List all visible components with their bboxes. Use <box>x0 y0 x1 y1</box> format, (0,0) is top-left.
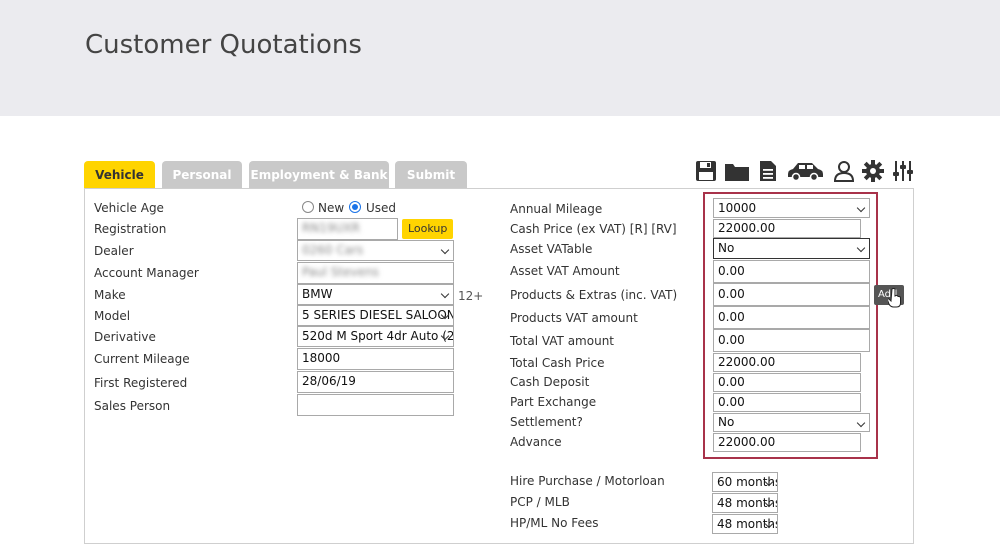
folder-icon[interactable] <box>723 158 751 184</box>
current-mileage-input[interactable]: 18000 <box>297 348 454 370</box>
sales-person-label: Sales Person <box>94 399 171 413</box>
cash-price-label: Cash Price (ex VAT) [R] [RV] <box>510 222 677 236</box>
page: Customer Quotations Vehicle Personal Emp… <box>0 0 1000 559</box>
products-vat-label: Products VAT amount <box>510 311 638 325</box>
hire-purchase-select[interactable]: 60 months <box>712 472 778 492</box>
vehicle-age-used-label: Used <box>366 201 397 215</box>
pcp-select[interactable]: 48 months <box>712 493 778 513</box>
tab-personal[interactable]: Personal <box>162 161 242 189</box>
tab-submit[interactable]: Submit <box>395 161 467 189</box>
hire-purchase-label: Hire Purchase / Motorloan <box>510 474 665 488</box>
annual-mileage-label: Annual Mileage <box>510 202 603 216</box>
tab-employment-bank[interactable]: Employment & Bank <box>249 161 389 189</box>
vehicle-age-new-label: New <box>318 201 345 215</box>
vehicle-age-label: Vehicle Age <box>94 201 164 215</box>
registration-label: Registration <box>94 222 167 236</box>
document-icon[interactable] <box>756 158 780 184</box>
registration-input[interactable]: RN19UXR <box>297 218 398 240</box>
sales-person-input[interactable] <box>297 394 454 416</box>
car-icon[interactable] <box>785 158 825 184</box>
current-mileage-label: Current Mileage <box>94 352 190 366</box>
hpml-label: HP/ML No Fees <box>510 516 599 530</box>
make-label: Make <box>94 288 126 302</box>
asset-vat-amount-label: Asset VAT Amount <box>510 264 620 278</box>
total-vat-label: Total VAT amount <box>510 334 615 348</box>
account-manager-label: Account Manager <box>94 266 199 280</box>
first-registered-label: First Registered <box>94 376 188 390</box>
tab-vehicle[interactable]: Vehicle <box>84 161 155 189</box>
vehicle-age-new-radio[interactable] <box>302 201 314 213</box>
account-manager-value: Paul Stevens <box>302 265 379 279</box>
derivative-select[interactable]: 520d M Sport 4dr Auto (201 <box>297 326 454 347</box>
make-select[interactable]: BMW <box>297 284 454 305</box>
dealer-value: 0260 Cars <box>302 243 364 257</box>
sliders-icon[interactable] <box>891 158 915 184</box>
settlement-label: Settlement? <box>510 415 583 429</box>
products-extras-label: Products & Extras (inc. VAT) <box>510 288 678 302</box>
asset-vatable-label: Asset VATable <box>510 242 593 256</box>
lookup-button[interactable]: Lookup <box>402 219 454 239</box>
cash-deposit-label: Cash Deposit <box>510 375 590 389</box>
hpml-select[interactable]: 48 months <box>712 514 778 534</box>
toolbar <box>693 158 918 184</box>
highlight-box <box>703 192 878 459</box>
first-registered-input[interactable]: 28/06/19 <box>297 371 454 393</box>
dealer-label: Dealer <box>94 244 134 258</box>
page-header: Customer Quotations <box>0 0 1000 116</box>
user-icon[interactable] <box>832 158 856 184</box>
derivative-label: Derivative <box>94 330 156 344</box>
advance-label: Advance <box>510 435 562 449</box>
account-manager-input[interactable]: Paul Stevens <box>297 262 454 284</box>
dealer-select[interactable]: 0260 Cars <box>297 240 454 261</box>
make-suffix: 12+ <box>458 289 484 303</box>
registration-value: RN19UXR <box>302 221 360 235</box>
model-select[interactable]: 5 SERIES DIESEL SALOON <box>297 305 454 326</box>
save-icon[interactable] <box>693 158 719 184</box>
part-exchange-label: Part Exchange <box>510 395 597 409</box>
gear-icon[interactable] <box>861 158 885 184</box>
vehicle-age-used-radio[interactable] <box>349 201 361 213</box>
model-label: Model <box>94 309 131 323</box>
page-title: Customer Quotations <box>85 30 362 60</box>
total-cash-price-label: Total Cash Price <box>510 356 605 370</box>
pcp-label: PCP / MLB <box>510 495 570 509</box>
hand-cursor-icon <box>886 288 902 312</box>
